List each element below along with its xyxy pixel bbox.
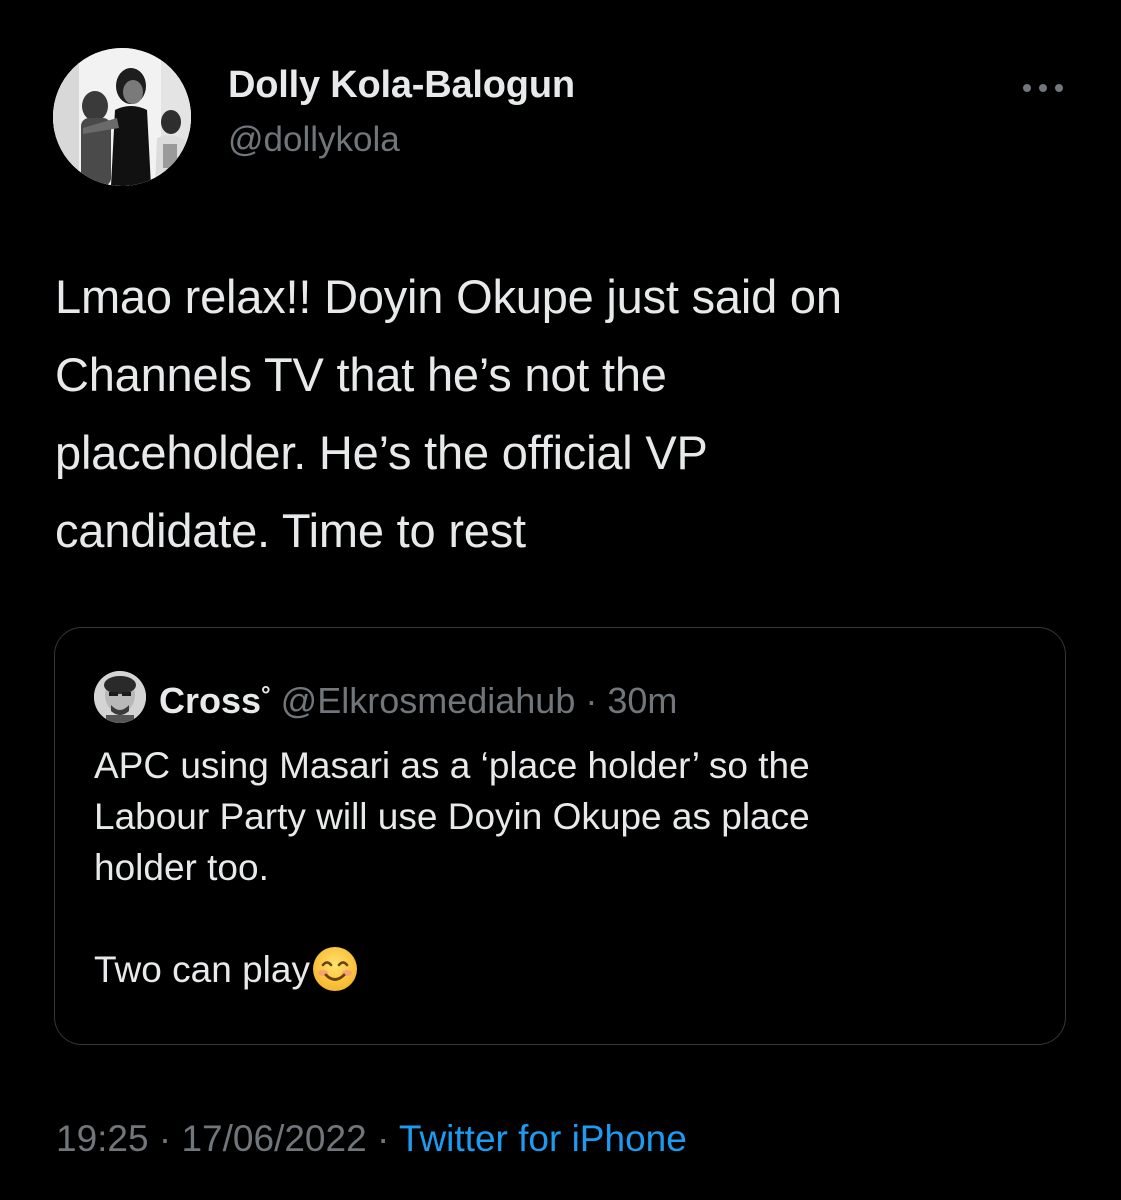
quoted-text-line-last: Two can play xyxy=(94,944,1044,1005)
quoted-text-line: Two can play xyxy=(94,949,310,990)
quoted-text-line: holder too. xyxy=(94,847,269,888)
tweet-footer: 19:25 · 17/06/2022 · Twitter for iPhone xyxy=(56,1115,687,1163)
more-horizontal-icon-dot xyxy=(1039,84,1047,92)
quoted-meta-separator: · xyxy=(575,680,608,721)
tweet-time[interactable]: 19:25 xyxy=(56,1118,149,1159)
quoted-user-avatar[interactable] xyxy=(94,671,146,723)
quoted-tweet-time[interactable]: 30m xyxy=(607,680,677,721)
tweet-date[interactable]: 17/06/2022 xyxy=(181,1118,366,1159)
quoted-user-name[interactable]: Cross xyxy=(159,680,261,721)
author-handle[interactable]: @dollykola xyxy=(228,120,400,160)
tweet-text-line: candidate. Time to rest xyxy=(55,504,526,557)
quoted-text-line: APC using Masari as a ‘place holder’ so … xyxy=(94,745,810,786)
profile-photo-icon xyxy=(53,48,191,186)
quoted-user-handle[interactable]: @Elkrosmediahub xyxy=(281,680,576,721)
author-display-name[interactable]: Dolly Kola-Balogun xyxy=(228,64,575,107)
footer-separator: · xyxy=(366,1118,399,1159)
tweet-text-line: Channels TV that he’s not the xyxy=(55,348,667,401)
author-avatar[interactable] xyxy=(53,48,191,186)
tweet-source-link[interactable]: Twitter for iPhone xyxy=(399,1118,687,1159)
tweet-text-line: placeholder. He’s the official VP xyxy=(55,426,708,479)
tweet-detail: Dolly Kola-Balogun @dollykola Lmao relax… xyxy=(0,0,1121,1200)
more-horizontal-icon xyxy=(1023,84,1031,92)
more-horizontal-icon-dot xyxy=(1055,84,1063,92)
quoted-user-name-suffix: ° xyxy=(261,682,271,709)
quoted-tweet-header: Cross° @Elkrosmediahub · 30m xyxy=(159,673,677,724)
smiling-face-emoji-icon xyxy=(312,946,358,1005)
footer-separator: · xyxy=(148,1118,182,1159)
quoted-text-line xyxy=(94,893,1044,944)
quoted-user-avatar-icon xyxy=(94,671,146,723)
tweet-text: Lmao relax!! Doyin Okupe just said on Ch… xyxy=(55,258,1085,570)
tweet-text-line: Lmao relax!! Doyin Okupe just said on xyxy=(55,270,842,323)
quoted-tweet-card[interactable]: Cross° @Elkrosmediahub · 30m APC using M… xyxy=(54,627,1066,1045)
quoted-tweet-text: APC using Masari as a ‘place holder’ so … xyxy=(94,740,1044,1005)
more-options-button[interactable] xyxy=(1018,72,1068,102)
quoted-text-line: Labour Party will use Doyin Okupe as pla… xyxy=(94,796,810,837)
